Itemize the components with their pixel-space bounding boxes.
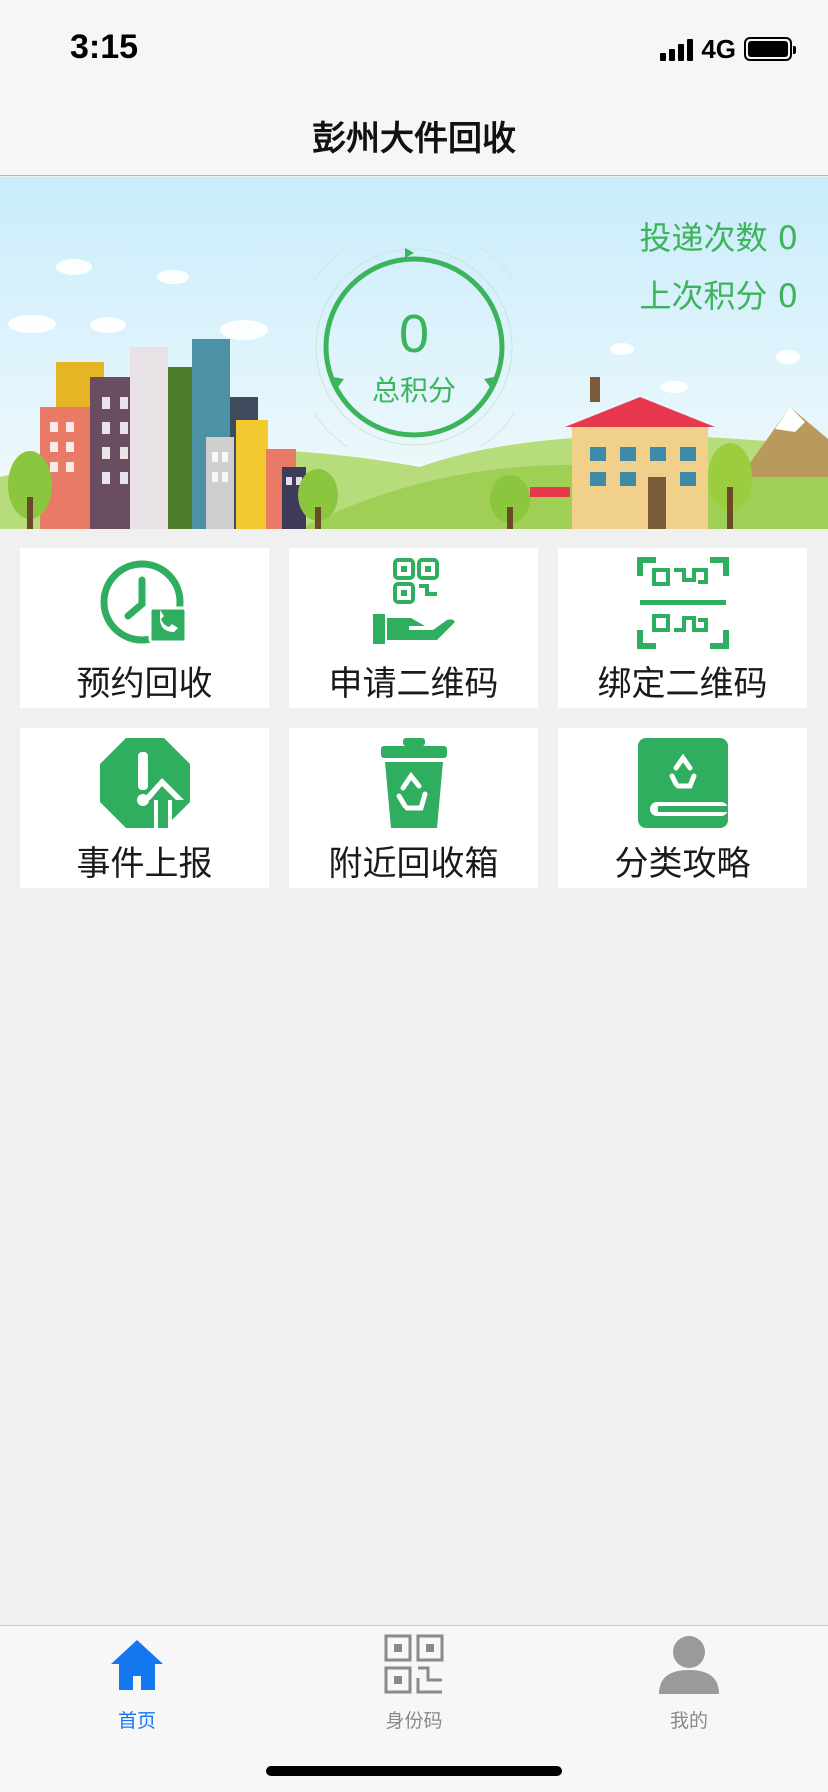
bind-qrcode-button[interactable]: 绑定二维码 — [558, 548, 807, 708]
tile-label: 事件上报 — [76, 844, 213, 884]
qr-hand-icon — [372, 558, 455, 644]
sorting-guide-button[interactable]: 分类攻略 — [558, 728, 807, 888]
apply-qrcode-button[interactable]: 申请二维码 — [289, 548, 538, 708]
status-bar: 3:15 4G — [0, 0, 828, 96]
tab-mine[interactable]: 我的 — [619, 1626, 759, 1736]
last-points: 上次积分 0 — [639, 277, 798, 315]
tab-identity-code[interactable]: 身份码 — [344, 1626, 484, 1736]
warning-report-icon — [99, 738, 190, 828]
event-report-button[interactable]: 事件上报 — [20, 728, 269, 888]
tab-label: 首页 — [117, 1710, 156, 1732]
navigation-bar: 彭州大件回收 — [0, 96, 828, 176]
tile-label: 预约回收 — [76, 664, 213, 704]
clock-phone-icon — [100, 560, 187, 644]
tab-label: 身份码 — [385, 1710, 443, 1732]
total-points-label: 总积分 — [371, 374, 456, 407]
home-indicator — [266, 1766, 562, 1776]
tile-label: 附近回收箱 — [328, 844, 499, 884]
tile-label: 绑定二维码 — [597, 664, 768, 704]
recycle-bin-icon — [380, 738, 447, 828]
qr-code-icon — [384, 1634, 444, 1694]
delivery-count: 投递次数 0 — [639, 219, 798, 257]
status-indicators: 4G — [660, 33, 796, 64]
total-points-value: 0 — [398, 304, 430, 364]
page-title: 彭州大件回收 — [312, 119, 516, 159]
tile-label: 分类攻略 — [614, 844, 751, 884]
user-icon — [659, 1636, 719, 1694]
qr-scan-icon — [636, 557, 729, 649]
home-icon — [111, 1640, 163, 1690]
tab-label: 我的 — [669, 1710, 708, 1732]
tile-label: 申请二维码 — [328, 664, 499, 704]
feature-grid: 预约回收 申请二维码 绑定二维码 事件上报 附近回收箱 分类攻略 — [20, 548, 808, 888]
tab-home[interactable]: 首页 — [67, 1626, 207, 1736]
points-banner: 0 总积分 投递次数 0 上次积分 0 — [0, 177, 828, 529]
network-type: 4G — [701, 33, 736, 64]
status-time: 3:15 — [70, 28, 139, 66]
battery-icon — [744, 37, 796, 61]
appointment-recycle-button[interactable]: 预约回收 — [20, 548, 269, 708]
signal-icon — [660, 37, 694, 61]
nearby-bins-button[interactable]: 附近回收箱 — [289, 728, 538, 888]
recycle-book-icon — [637, 738, 728, 828]
